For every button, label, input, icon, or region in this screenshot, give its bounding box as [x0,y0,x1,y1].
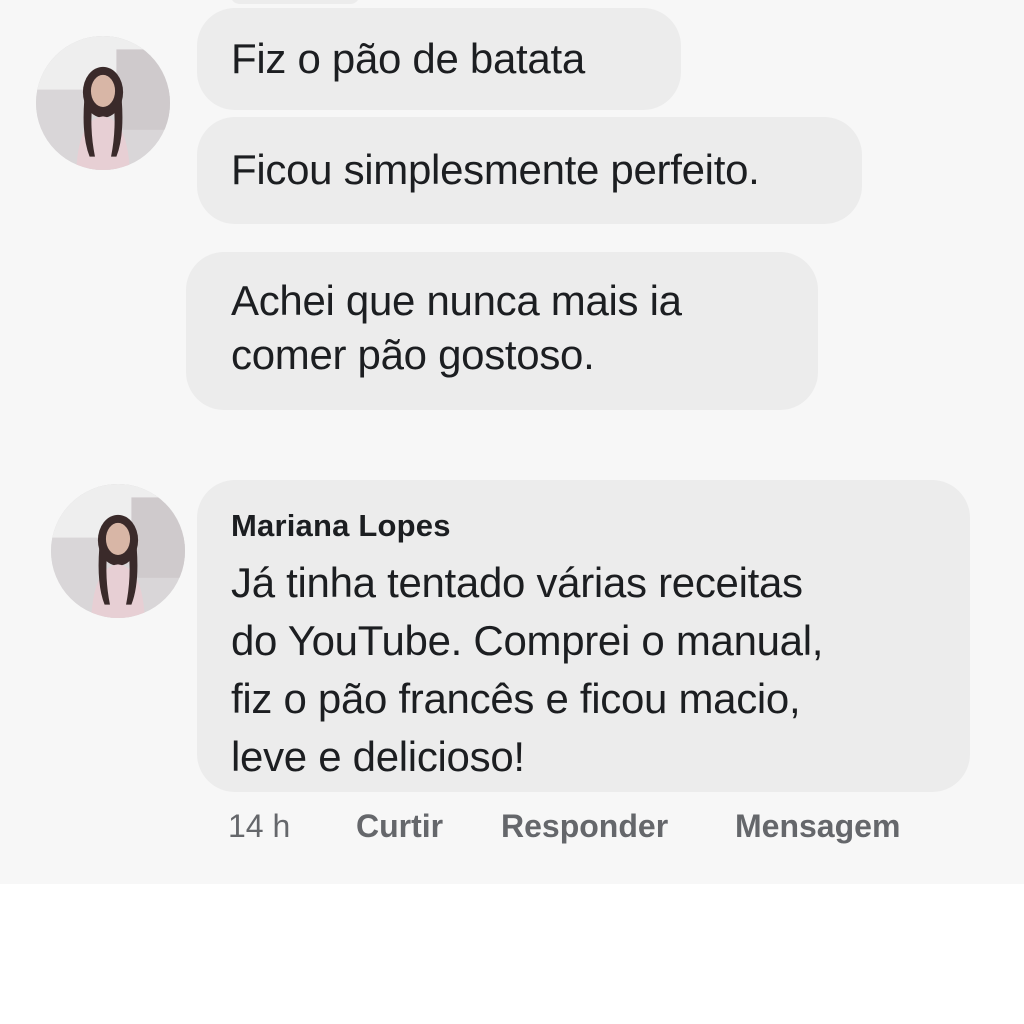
comment-timestamp[interactable]: 14 h [228,808,290,845]
comment-text: Ficou simplesmente perfeito. [231,146,760,193]
comment-bubble: Fiz o pão de batata [197,8,681,110]
previous-bubble-edge [230,0,360,4]
avatar-photo-icon [51,484,185,618]
comment-bubble: Achei que nunca mais ia comer pão gostos… [186,252,818,410]
comment-bubble: Ficou simplesmente perfeito. [197,117,862,224]
comment-thread: Fiz o pão de batata Ficou simplesmente p… [0,0,1024,884]
message-button[interactable]: Mensagem [735,808,900,845]
comment-text: Já tinha tentado várias receitas do YouT… [231,559,824,780]
comment-text: Fiz o pão de batata [231,35,585,82]
avatar[interactable] [51,484,185,618]
avatar[interactable] [36,36,170,170]
reply-button[interactable]: Responder [501,808,668,845]
like-button[interactable]: Curtir [356,808,443,845]
comment-author[interactable]: Mariana Lopes [231,508,451,544]
avatar-photo-icon [36,36,170,170]
comment-bubble: Mariana Lopes Já tinha tentado várias re… [197,480,970,792]
comment-text: Achei que nunca mais ia comer pão gostos… [231,277,682,378]
